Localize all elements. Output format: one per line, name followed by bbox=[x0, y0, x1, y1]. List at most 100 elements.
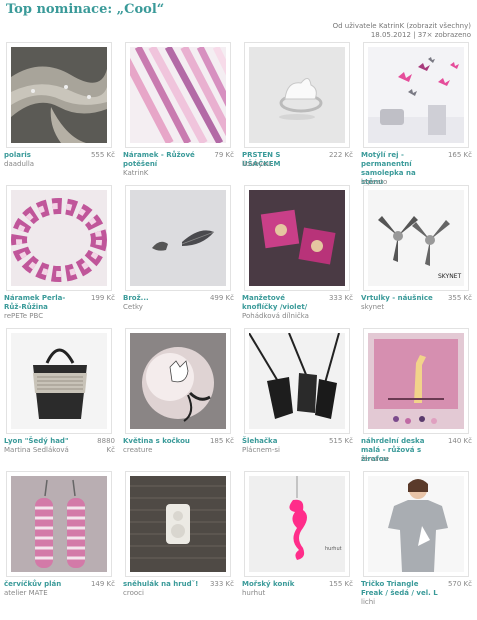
product-name[interactable]: polaris bbox=[4, 151, 82, 160]
cat-flower-photo bbox=[130, 333, 226, 429]
product-card: Květina s kočkou 185 Kč creature bbox=[123, 327, 242, 470]
nomination-meta: Od uživatele KatrinK (zobrazit všechny) … bbox=[333, 22, 471, 40]
product-thumbnail[interactable]: hurhut bbox=[244, 471, 350, 577]
product-price: 515 Kč bbox=[328, 437, 353, 445]
product-price: 185 Kč bbox=[209, 437, 234, 445]
product-price: 165 Kč bbox=[447, 151, 472, 159]
product-name[interactable]: červíčkův plán bbox=[4, 580, 82, 589]
product-name[interactable]: Brož... bbox=[123, 294, 201, 303]
product-name[interactable]: Tričko Triangle Freak / šedá / vel. L bbox=[361, 580, 439, 598]
striped-earrings-photo bbox=[11, 476, 107, 572]
product-price: 149 Kč bbox=[90, 580, 115, 588]
product-card: SKYNET Vrtulky - náušnice 355 Kč skynet bbox=[361, 184, 477, 327]
product-name[interactable]: sněhulák na hrudˇ! bbox=[123, 580, 201, 589]
product-card: Motýlí rej - permanentní samolepka na st… bbox=[361, 41, 477, 186]
snowman-pendant-photo bbox=[130, 476, 226, 572]
product-thumbnail[interactable] bbox=[6, 185, 112, 291]
woven-bracelet-photo bbox=[11, 190, 107, 286]
seller-name[interactable]: Cetky bbox=[123, 303, 143, 312]
product-name[interactable]: Vrtulky - náušnice bbox=[361, 294, 439, 303]
product-price: 155 Kč bbox=[328, 580, 353, 588]
product-card: Tričko Triangle Freak / šedá / vel. L 57… bbox=[361, 470, 477, 613]
bird-feather-brooch-photo bbox=[130, 190, 226, 286]
seller-name[interactable]: atelier MATE bbox=[4, 589, 48, 598]
product-price: 140 Kč bbox=[447, 437, 472, 445]
product-price: 333 Kč bbox=[209, 580, 234, 588]
product-price: 222 Kč bbox=[328, 151, 353, 159]
knitted-scarf-photo bbox=[11, 47, 107, 143]
seller-name[interactable]: Martina Sedláková bbox=[4, 446, 69, 455]
product-price: 333 Kč bbox=[328, 294, 353, 302]
leather-tags-photo bbox=[249, 333, 345, 429]
product-card: Manžetové knoflíčky /violet/ 333 Kč Pohá… bbox=[242, 184, 361, 327]
seller-name[interactable]: skynet bbox=[361, 303, 384, 312]
seller-name[interactable]: hurhut bbox=[242, 589, 265, 598]
product-price: 499 Kč bbox=[209, 294, 234, 302]
product-thumbnail[interactable] bbox=[125, 42, 231, 148]
product-name[interactable]: Náramek - Růžové potěšení bbox=[123, 151, 201, 169]
butterfly-wall-sticker-photo bbox=[368, 47, 464, 143]
seller-name[interactable]: lichi bbox=[361, 598, 375, 607]
product-name[interactable]: Manžetové knoflíčky /violet/ bbox=[242, 294, 320, 312]
seller-name[interactable]: rePETe PBC bbox=[4, 312, 43, 321]
product-card: hurhut Mořský koník 155 Kč hurhut bbox=[242, 470, 361, 613]
product-price: 8880 Kč bbox=[97, 437, 115, 454]
product-name[interactable]: Květina s kočkou bbox=[123, 437, 201, 446]
page-title: Top nominace: „Cool“ bbox=[6, 2, 165, 17]
product-thumbnail[interactable] bbox=[363, 328, 469, 434]
product-card: Náramek - Růžové potěšení 79 Kč KatrinK bbox=[123, 41, 242, 184]
product-price: 570 Kč bbox=[447, 580, 472, 588]
product-grid: polaris 555 Kč daadulla Náramek - Růžové… bbox=[4, 41, 477, 613]
product-price: 79 Kč bbox=[214, 151, 234, 159]
product-thumbnail[interactable] bbox=[6, 328, 112, 434]
svg-text:hurhut: hurhut bbox=[325, 546, 342, 552]
seahorse-pendant-photo: hurhut bbox=[249, 476, 345, 572]
seller-name[interactable]: iloveyou bbox=[242, 160, 271, 169]
product-thumbnail[interactable] bbox=[244, 328, 350, 434]
product-price: 199 Kč bbox=[90, 294, 115, 302]
product-thumbnail[interactable] bbox=[6, 42, 112, 148]
product-card: sněhulák na hrudˇ! 333 Kč crooci bbox=[123, 470, 242, 613]
product-thumbnail[interactable] bbox=[125, 471, 231, 577]
product-card: náhrdelní deska malá - růžová s žirafou … bbox=[361, 327, 477, 470]
product-card: Šlehačka 515 Kč Plácnem-si bbox=[242, 327, 361, 470]
seller-name[interactable]: Pohádková dílnička bbox=[242, 312, 309, 321]
product-price: 555 Kč bbox=[90, 151, 115, 159]
product-thumbnail[interactable] bbox=[125, 185, 231, 291]
product-thumbnail[interactable] bbox=[6, 471, 112, 577]
product-name[interactable]: Mořský koník bbox=[242, 580, 320, 589]
product-card: Náramek Perla-Růž-Růžina 199 Kč rePETe P… bbox=[4, 184, 123, 327]
seller-name[interactable]: creature bbox=[123, 446, 152, 455]
product-name[interactable]: Lyon "Šedý had" bbox=[4, 437, 82, 446]
product-thumbnail[interactable]: SKYNET bbox=[363, 185, 469, 291]
propeller-earrings-photo: SKYNET bbox=[368, 190, 464, 286]
author-label: Od uživatele KatrinK bbox=[332, 22, 405, 30]
date-views: 18.05.2012 | 37× zobrazeno bbox=[370, 31, 471, 39]
seller-name[interactable]: Plácnem-si bbox=[242, 446, 280, 455]
seller-name[interactable]: KatrinK bbox=[123, 169, 148, 178]
bunny-ring-photo bbox=[249, 47, 345, 143]
seller-name[interactable]: re-ca-se bbox=[361, 455, 389, 464]
product-price: 355 Kč bbox=[447, 294, 472, 302]
svg-text:SKYNET: SKYNET bbox=[438, 273, 461, 280]
handbag-photo bbox=[11, 333, 107, 429]
product-thumbnail[interactable] bbox=[363, 471, 469, 577]
seller-name[interactable]: crooci bbox=[123, 589, 144, 598]
product-card: Lyon "Šedý had" 8880 Kč Martina Sedlákov… bbox=[4, 327, 123, 470]
product-thumbnail[interactable] bbox=[363, 42, 469, 148]
product-card: PRSTEN S UŠÁČKEM 222 Kč iloveyou bbox=[242, 41, 361, 184]
giraffe-board-photo bbox=[368, 333, 464, 429]
product-thumbnail[interactable] bbox=[244, 185, 350, 291]
cufflinks-photo bbox=[249, 190, 345, 286]
product-card: polaris 555 Kč daadulla bbox=[4, 41, 123, 184]
show-all-link[interactable]: (zobrazit všechny) bbox=[406, 22, 471, 30]
product-name[interactable]: Šlehačka bbox=[242, 437, 320, 446]
product-card: červíčkův plán 149 Kč atelier MATE bbox=[4, 470, 123, 613]
tshirt-photo bbox=[368, 476, 464, 572]
product-card: Brož... 499 Kč Cetky bbox=[123, 184, 242, 327]
product-name[interactable]: Náramek Perla-Růž-Růžina bbox=[4, 294, 82, 312]
beaded-bracelets-photo bbox=[130, 47, 226, 143]
product-thumbnail[interactable] bbox=[244, 42, 350, 148]
product-thumbnail[interactable] bbox=[125, 328, 231, 434]
seller-name[interactable]: daadulla bbox=[4, 160, 34, 169]
